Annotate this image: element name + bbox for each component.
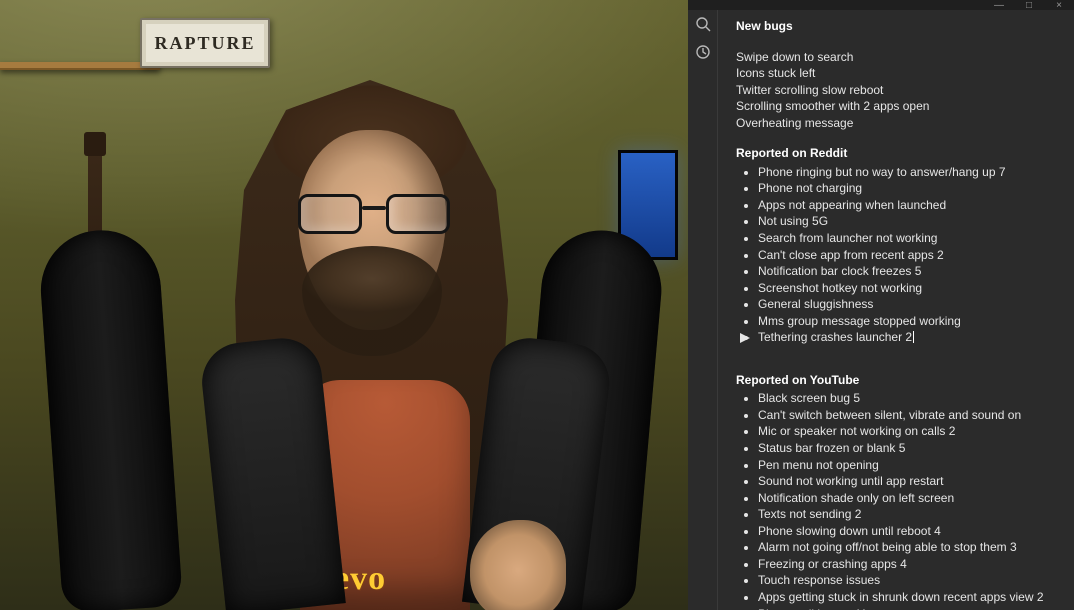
list-item: Phone call issues 11 (758, 606, 1060, 610)
list-item: Sound not working until app restart (758, 473, 1060, 490)
list-item: Apps not appearing when launched (758, 197, 1060, 214)
list-item: Phone slowing down until reboot 4 (758, 523, 1060, 540)
blank-line (736, 131, 1060, 143)
history-icon[interactable] (695, 44, 711, 60)
list-item: General sluggishness (758, 296, 1060, 313)
scene-tv (618, 150, 678, 260)
list-item: Search from launcher not working (758, 230, 1060, 247)
window-titlebar[interactable]: — □ × (688, 0, 1074, 10)
list-item: Tethering crashes launcher 2 (758, 329, 1060, 346)
list-item: Phone not charging (758, 180, 1060, 197)
cursor-location-icon (740, 331, 750, 341)
list-item: Apps getting stuck in shrunk down recent… (758, 589, 1060, 606)
list-item-text: Tethering crashes launcher 2 (758, 330, 912, 344)
note-line: Swipe down to search (736, 49, 1060, 66)
note-line: Icons stuck left (736, 65, 1060, 82)
list-item: Notification bar clock freezes 5 (758, 263, 1060, 280)
list-item: Notification shade only on left screen (758, 490, 1060, 507)
app-root: RAPTURE evo — □ × (0, 0, 1074, 610)
blank-line (736, 346, 1060, 358)
note-line: Scrolling smoother with 2 apps open (736, 98, 1060, 115)
plain-lines-group: Swipe down to searchIcons stuck leftTwit… (736, 49, 1060, 132)
notes-body: New bugs Swipe down to searchIcons stuck… (688, 10, 1074, 610)
list-item: Can't close app from recent apps 2 (758, 247, 1060, 264)
text-caret (913, 331, 914, 343)
section-heading-new-bugs: New bugs (736, 18, 1060, 35)
list-item: Touch response issues (758, 572, 1060, 589)
notes-editor[interactable]: New bugs Swipe down to searchIcons stuck… (718, 10, 1074, 610)
notes-side-rail (688, 10, 718, 610)
section-heading-youtube: Reported on YouTube (736, 372, 1060, 389)
maximize-button[interactable]: □ (1020, 0, 1038, 11)
webcam-feed: RAPTURE evo (0, 0, 688, 610)
blank-line (736, 358, 1060, 370)
search-icon[interactable] (695, 16, 711, 32)
list-item: Can't switch between silent, vibrate and… (758, 407, 1060, 424)
section-heading-reddit: Reported on Reddit (736, 145, 1060, 162)
close-button[interactable]: × (1050, 0, 1068, 11)
list-item: Pen menu not opening (758, 457, 1060, 474)
list-item: Alarm not going off/not being able to st… (758, 539, 1060, 556)
list-item: Screenshot hotkey not working (758, 280, 1060, 297)
blank-line (736, 37, 1060, 49)
wall-sign: RAPTURE (140, 18, 270, 68)
scene-shelf (0, 62, 160, 70)
list-item: Not using 5G (758, 213, 1060, 230)
list-item: Texts not sending 2 (758, 506, 1060, 523)
list-item: Phone ringing but no way to answer/hang … (758, 164, 1060, 181)
bullet-list-reddit: Phone ringing but no way to answer/hang … (758, 164, 1060, 346)
list-item: Mic or speaker not working on calls 2 (758, 423, 1060, 440)
scene-guitar (40, 150, 150, 420)
note-line: Overheating message (736, 115, 1060, 132)
list-item: Black screen bug 5 (758, 390, 1060, 407)
list-item: Mms group message stopped working (758, 313, 1060, 330)
bullet-list-youtube: Black screen bug 5Can't switch between s… (758, 390, 1060, 610)
note-line: Twitter scrolling slow reboot (736, 82, 1060, 99)
list-item: Status bar frozen or blank 5 (758, 440, 1060, 457)
notes-app-window: — □ × New bugs Swipe down (688, 0, 1074, 610)
list-item: Freezing or crashing apps 4 (758, 556, 1060, 573)
minimize-button[interactable]: — (990, 0, 1008, 11)
